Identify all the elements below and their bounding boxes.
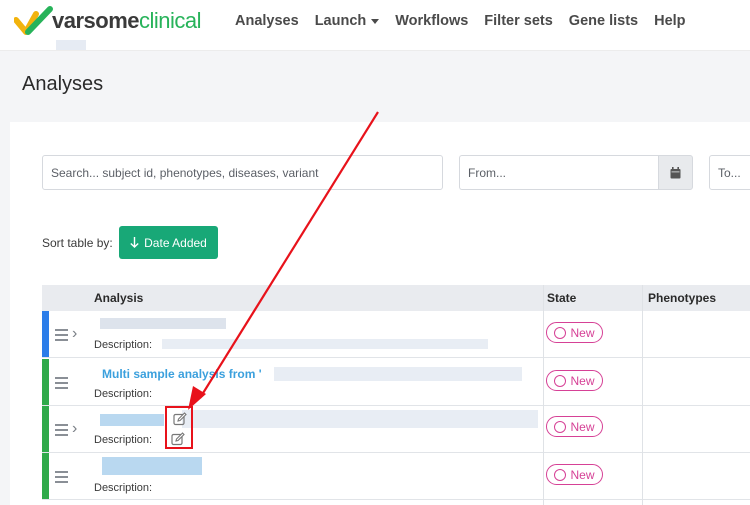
- redacted-analysis-name[interactable]: [100, 414, 164, 426]
- row-status-stripe: [42, 311, 49, 357]
- header-analysis[interactable]: Analysis: [94, 291, 143, 305]
- drag-handle-icon[interactable]: [55, 424, 68, 439]
- state-badge: New: [546, 464, 603, 485]
- state-label: New: [570, 325, 595, 340]
- table-row[interactable]: Multi sample analysis from ' Description…: [42, 359, 750, 406]
- calendar-button[interactable]: [658, 155, 693, 190]
- header-state[interactable]: State: [547, 291, 576, 305]
- chevron-right-icon[interactable]: ›: [72, 420, 77, 438]
- table-row[interactable]: › Description: New: [42, 311, 750, 358]
- table-row[interactable]: Description: New: [42, 453, 750, 500]
- row-status-stripe: [42, 453, 49, 499]
- arrow-down-icon: [130, 237, 139, 248]
- state-badge: New: [546, 370, 603, 391]
- redacted-user-info: [56, 40, 86, 50]
- state-label: New: [570, 419, 595, 434]
- page-header: Analyses: [0, 50, 750, 118]
- redacted-title-suffix: [274, 367, 522, 381]
- nav-launch-label: Launch: [314, 13, 367, 29]
- circle-icon: [554, 468, 567, 481]
- chevron-right-icon[interactable]: ›: [72, 325, 77, 343]
- nav-launch[interactable]: Launch: [315, 13, 380, 29]
- state-badge: New: [546, 416, 603, 437]
- state-label: New: [570, 467, 595, 482]
- drag-handle-icon[interactable]: [55, 377, 68, 392]
- column-divider: [543, 285, 544, 505]
- search-input[interactable]: Search... subject id, phenotypes, diseas…: [42, 155, 443, 190]
- caret-down-icon: [371, 18, 380, 24]
- redacted-description: [162, 339, 488, 349]
- state-label: New: [570, 373, 595, 388]
- page-title: Analyses: [22, 73, 104, 95]
- description-label: Description:: [94, 388, 153, 400]
- drag-handle-icon[interactable]: [55, 329, 68, 344]
- sort-label: Sort table by:: [42, 236, 113, 250]
- to-date-input[interactable]: To...: [709, 155, 750, 190]
- description-label: Description:: [94, 339, 153, 351]
- circle-icon: [554, 374, 567, 387]
- redacted-analysis-name[interactable]: [102, 457, 202, 475]
- table-header: Analysis State Phenotypes: [42, 285, 750, 311]
- nav-workflows[interactable]: Workflows: [395, 13, 468, 29]
- sort-date-added-button[interactable]: Date Added: [119, 226, 218, 259]
- highlight-box: [165, 406, 193, 449]
- nav-analyses[interactable]: Analyses: [235, 13, 299, 29]
- header-phenotypes[interactable]: Phenotypes: [648, 291, 716, 305]
- nav-filter-sets[interactable]: Filter sets: [484, 13, 553, 29]
- state-badge: New: [546, 322, 603, 343]
- from-date-input[interactable]: From...: [459, 155, 659, 190]
- logo-text: varsomeclinical: [52, 8, 202, 33]
- row-status-stripe: [42, 406, 49, 452]
- varsome-logo[interactable]: varsomeclinical: [14, 6, 202, 36]
- description-label: Description:: [94, 482, 153, 494]
- redacted-analysis-name[interactable]: [100, 318, 226, 329]
- drag-handle-icon[interactable]: [55, 471, 68, 486]
- checkmark-logo-icon: [14, 6, 53, 35]
- nav-gene-lists[interactable]: Gene lists: [569, 13, 638, 29]
- redacted-name-edit-field: [182, 410, 538, 428]
- circle-icon: [554, 326, 567, 339]
- calendar-icon: [670, 166, 681, 178]
- analysis-title-link[interactable]: Multi sample analysis from ': [102, 367, 262, 381]
- table-row[interactable]: › Description: New: [42, 406, 750, 453]
- sort-button-label: Date Added: [144, 235, 207, 250]
- nav-help[interactable]: Help: [654, 13, 685, 29]
- circle-icon: [554, 420, 567, 433]
- top-navbar: varsomeclinical Analyses Launch Workflow…: [0, 0, 750, 50]
- column-divider: [642, 285, 643, 505]
- row-status-stripe: [42, 359, 49, 405]
- description-label: Description:: [94, 434, 153, 446]
